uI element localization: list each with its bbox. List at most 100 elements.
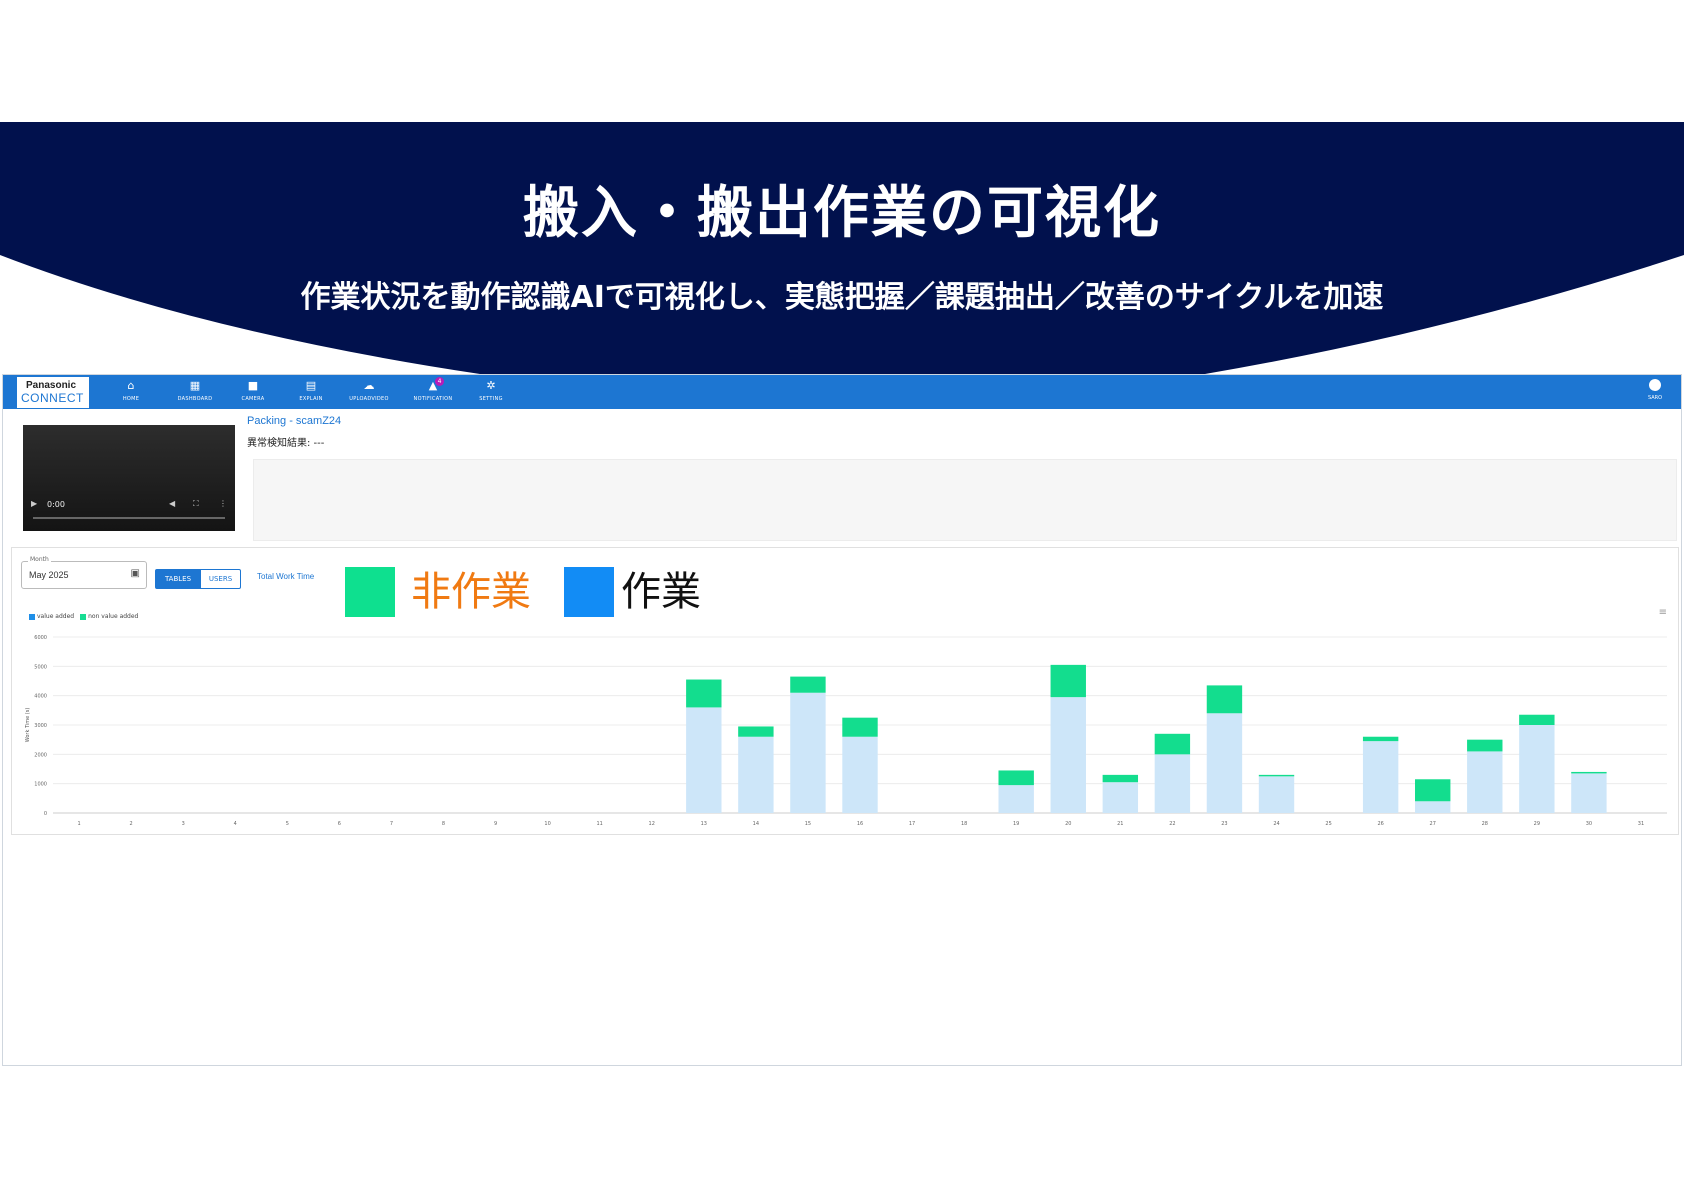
brand-logo[interactable]: Panasonic CONNECT: [17, 377, 89, 408]
more-icon[interactable]: ⋮: [219, 499, 227, 508]
bar-non-value-added: [1519, 714, 1555, 725]
bar-value-added: [1571, 773, 1607, 813]
nav-item-label: SETTING: [479, 396, 503, 402]
legend-entry[interactable]: value added: [29, 613, 74, 620]
x-tick-label: 15: [805, 821, 811, 825]
x-tick-label: 26: [1377, 821, 1383, 825]
account-icon: [1649, 379, 1661, 391]
nav-item-setting[interactable]: ✲ SETTING: [461, 379, 521, 407]
x-tick-label: 17: [909, 821, 915, 825]
x-tick-label: 5: [286, 821, 289, 825]
notification-badge: 4: [435, 377, 444, 386]
app-window: Panasonic CONNECT ⌂ HOME ▦ DASHBOARD ■ CAMERA…: [2, 374, 1682, 1066]
tab-tables[interactable]: TABLES: [155, 569, 201, 589]
play-icon[interactable]: ▶: [31, 499, 37, 508]
legend-swatch: [345, 567, 395, 617]
x-tick-label: 6: [338, 821, 341, 825]
nav-item-label: UPLOADVIDEO: [349, 396, 389, 402]
calendar-icon[interactable]: ▣: [131, 568, 140, 579]
user-menu[interactable]: SARO: [1643, 379, 1667, 401]
home-icon: ⌂: [127, 379, 135, 392]
x-tick-label: 2: [130, 821, 133, 825]
worktime-chart: 0100020003000400050006000Work Time (s)1 2…: [25, 635, 1667, 825]
nav-item-label: NOTIFICATION: [413, 396, 453, 402]
bar-non-value-added: [1154, 733, 1191, 755]
legend-swatch: [564, 567, 614, 617]
anomaly-result-panel: [253, 459, 1677, 541]
nav-item-camera[interactable]: ■ CAMERA: [223, 379, 283, 407]
x-tick-label: 19: [1013, 821, 1019, 825]
y-tick-label: 2000: [34, 752, 47, 758]
nav-item-dashboard[interactable]: ▦ DASHBOARD: [165, 379, 225, 407]
slide-title: 搬入・搬出作業の可視化: [523, 181, 1161, 246]
anomaly-result-label: 異常検知結果: ---: [247, 438, 325, 449]
y-tick-label: 3000: [34, 723, 47, 729]
bar-non-value-added: [738, 726, 774, 737]
bar-non-value-added: [998, 770, 1034, 786]
legend-dot: [80, 613, 87, 620]
brand-line1: Panasonic: [26, 380, 77, 391]
bell-icon: ▲: [428, 379, 438, 392]
bar-value-added: [1362, 741, 1399, 813]
x-tick-label: 16: [857, 821, 863, 825]
bar-value-added: [1258, 776, 1295, 813]
top-navbar: Panasonic CONNECT ⌂ HOME ▦ DASHBOARD ■ CAMERA…: [3, 375, 1681, 409]
x-tick-label: 9: [494, 821, 497, 825]
brand-line2: CONNECT: [21, 391, 84, 405]
video-time: 0:00: [47, 500, 65, 509]
legend-text: non value added: [88, 613, 139, 620]
legend-text: value added: [37, 613, 75, 620]
x-tick-label: 1: [77, 821, 80, 825]
bar-value-added: [1102, 782, 1139, 813]
total-work-time-label[interactable]: Total Work Time: [257, 572, 314, 581]
bar-non-value-added: [1571, 771, 1607, 774]
nav-item-explain[interactable]: ▤ EXPLAIN: [281, 379, 341, 407]
y-tick-label: 5000: [34, 664, 47, 670]
bar-value-added: [790, 692, 826, 813]
x-tick-label: 28: [1482, 821, 1488, 825]
month-picker[interactable]: Month May 2025 ▣: [21, 556, 147, 589]
x-tick-label: 31: [1638, 821, 1644, 825]
packing-title: Packing - scamZ24: [247, 415, 342, 427]
tab-users[interactable]: USERS: [200, 569, 241, 589]
x-tick-label: 24: [1273, 821, 1279, 825]
camera-icon: ■: [247, 379, 259, 392]
video-progress-bar[interactable]: [33, 517, 225, 519]
video-player[interactable]: ▶ 0:00 ◀ ⛶ ⋮: [23, 425, 235, 531]
legend-entry[interactable]: non value added: [80, 613, 138, 620]
bar-value-added: [1415, 801, 1451, 813]
chart-menu-icon[interactable]: ≡: [1659, 607, 1667, 618]
chart-legend: value added non value added: [29, 613, 144, 620]
y-tick-label: 6000: [34, 635, 47, 641]
nav-item-notification[interactable]: ▲ NOTIFICATION 4: [403, 377, 463, 407]
nav-item-label: EXPLAIN: [299, 396, 323, 402]
month-value: May 2025: [29, 570, 69, 580]
x-tick-label: 29: [1534, 821, 1540, 825]
legend-dot: [29, 613, 35, 620]
x-tick-label: 25: [1325, 821, 1331, 825]
fullscreen-icon[interactable]: ⛶: [193, 499, 199, 509]
bar-non-value-added: [790, 676, 826, 693]
x-tick-label: 4: [234, 821, 237, 825]
x-tick-label: 30: [1586, 821, 1592, 825]
bar-non-value-added: [1206, 685, 1243, 714]
x-tick-label: 10: [544, 821, 550, 825]
x-tick-label: 13: [701, 821, 707, 825]
gear-icon: ✲: [486, 379, 496, 392]
nav-item-home[interactable]: ⌂ HOME: [101, 379, 161, 407]
y-tick-label: 1000: [34, 782, 47, 788]
bar-non-value-added: [1102, 774, 1139, 783]
bar-value-added: [1154, 754, 1191, 813]
mute-icon[interactable]: ◀: [169, 499, 175, 508]
nav-item-uploadvideo[interactable]: ☁ UPLOADVIDEO: [339, 379, 399, 407]
legend-label: 非作業: [411, 569, 531, 615]
hero-banner: 搬入・搬出作業の可視化 作業状況を動作認識AIで可視化し、実態把握／課題抽出／改…: [0, 122, 1684, 374]
bar-non-value-added: [1258, 774, 1295, 777]
bar-non-value-added: [1050, 664, 1086, 698]
x-tick-label: 8: [442, 821, 445, 825]
x-tick-label: 14: [753, 821, 759, 825]
x-tick-label: 12: [649, 821, 655, 825]
x-tick-label: 3: [182, 821, 185, 825]
user-label: SARO: [1647, 395, 1663, 401]
nav-item-label: DASHBOARD: [177, 396, 213, 402]
